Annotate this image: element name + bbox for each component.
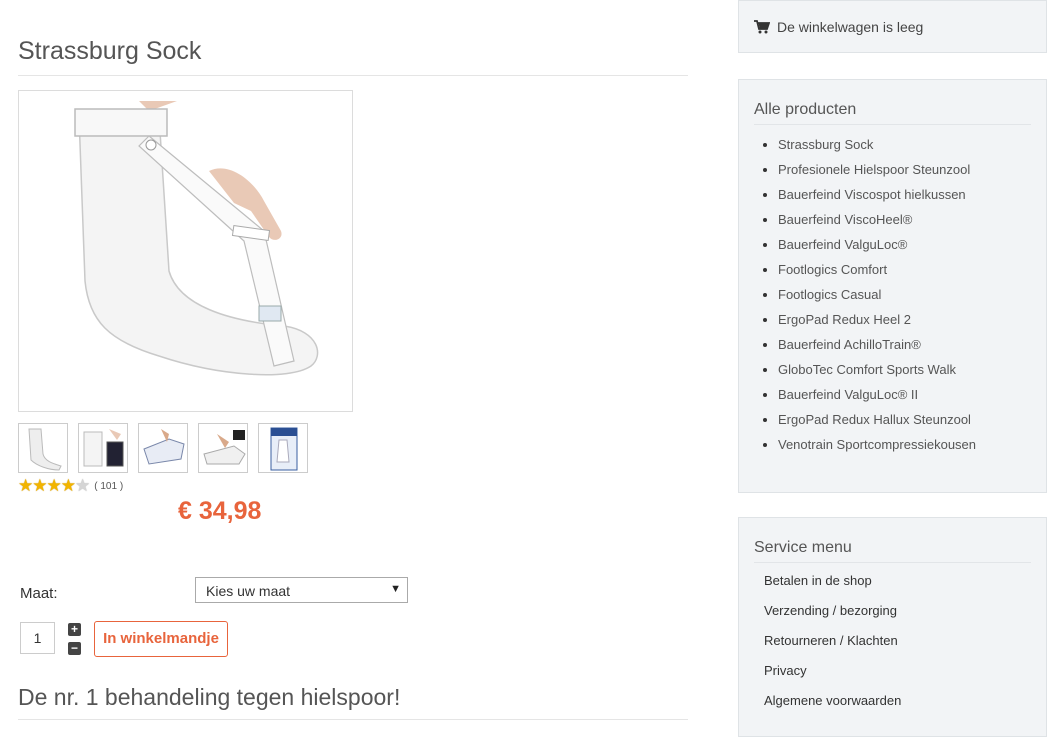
product-link[interactable]: Bauerfeind AchilloTrain® [778, 337, 921, 352]
thumbnail-3[interactable] [138, 423, 188, 473]
product-list: Strassburg Sock Profesionele Hielspoor St… [739, 137, 1046, 462]
thumbnail-gallery [18, 423, 308, 473]
service-list: Betalen in de shop Verzending / bezorging… [739, 571, 1046, 721]
quantity-input[interactable]: 1 [20, 622, 55, 654]
add-to-cart-button[interactable]: In winkelmandje [94, 621, 228, 657]
product-list-item: Bauerfeind ValguLoc® II [763, 387, 1046, 412]
shopping-cart-icon [754, 20, 770, 34]
service-menu-title: Service menu [754, 539, 1031, 563]
product-link[interactable]: Bauerfeind ValguLoc® II [778, 387, 918, 402]
star-icon: ★ [75, 476, 91, 495]
thumbnail-4[interactable] [198, 423, 248, 473]
star-icon: ★ [18, 476, 34, 495]
product-list-item: ErgoPad Redux Hallux Steunzool [763, 412, 1046, 437]
star-icon: ★ [46, 476, 62, 495]
product-link[interactable]: Footlogics Comfort [778, 262, 887, 277]
service-link[interactable]: Privacy [764, 661, 1046, 691]
product-list-item: Profesionele Hielspoor Steunzool [763, 162, 1046, 187]
plus-icon[interactable]: + [68, 623, 81, 636]
product-list-item: Bauerfeind AchilloTrain® [763, 337, 1046, 362]
star-icon: ★ [60, 476, 76, 495]
product-list-item: Footlogics Comfort [763, 262, 1046, 287]
product-list-item: Strassburg Sock [763, 137, 1046, 162]
product-list-item: Bauerfeind ValguLoc® [763, 237, 1046, 262]
product-list-item: Venotrain Sportcompressiekousen [763, 437, 1046, 462]
star-icon: ★ [32, 476, 48, 495]
all-products-title: Alle producten [754, 101, 1031, 125]
thumbnail-2[interactable] [78, 423, 128, 473]
product-main-image[interactable] [18, 90, 353, 412]
product-list-item: Bauerfeind Viscospot hielkussen [763, 187, 1046, 212]
product-link[interactable]: Venotrain Sportcompressiekousen [778, 437, 976, 452]
product-link[interactable]: Profesionele Hielspoor Steunzool [778, 162, 970, 177]
product-price: € 34,98 [178, 497, 262, 525]
product-title: Strassburg Sock [18, 37, 688, 76]
rating-stars: ★★★★★ [18, 476, 91, 496]
service-link[interactable]: Retourneren / Klachten [764, 631, 1046, 661]
size-select[interactable]: Kies uw maat ▼ [195, 577, 408, 603]
service-menu-panel: Service menu Betalen in de shop Verzendin… [738, 517, 1047, 737]
all-products-panel: Alle producten Strassburg Sock Profesione… [738, 79, 1047, 493]
product-subtitle: De nr. 1 behandeling tegen hielspoor! [18, 684, 688, 720]
rating: ★★★★★ ( 101 ) [18, 477, 123, 496]
product-link[interactable]: Bauerfeind Viscospot hielkussen [778, 187, 966, 202]
dropdown-arrow-icon: ▼ [390, 583, 401, 595]
cart-panel: De winkelwagen is leeg [738, 0, 1047, 53]
service-link[interactable]: Betalen in de shop [764, 571, 1046, 601]
size-select-value: Kies uw maat [206, 583, 291, 599]
thumbnail-1[interactable] [18, 423, 68, 473]
rating-count: ( 101 ) [94, 481, 124, 492]
product-link[interactable]: GloboTec Comfort Sports Walk [778, 362, 956, 377]
thumbnail-5[interactable] [258, 423, 308, 473]
product-list-item: Footlogics Casual [763, 287, 1046, 312]
product-list-item: ErgoPad Redux Heel 2 [763, 312, 1046, 337]
service-link[interactable]: Algemene voorwaarden [764, 691, 1046, 721]
cart-status[interactable]: De winkelwagen is leeg [754, 19, 923, 35]
sock-product-image [19, 91, 352, 411]
product-link[interactable]: ErgoPad Redux Hallux Steunzool [778, 412, 971, 427]
product-link[interactable]: Strassburg Sock [778, 137, 873, 152]
minus-icon[interactable]: − [68, 642, 81, 655]
product-list-item: GloboTec Comfort Sports Walk [763, 362, 1046, 387]
product-link[interactable]: ErgoPad Redux Heel 2 [778, 312, 911, 327]
product-list-item: Bauerfeind ViscoHeel® [763, 212, 1046, 237]
product-link[interactable]: Bauerfeind ViscoHeel® [778, 212, 912, 227]
service-link[interactable]: Verzending / bezorging [764, 601, 1046, 631]
product-link[interactable]: Footlogics Casual [778, 287, 881, 302]
size-label: Maat: [20, 585, 58, 602]
product-link[interactable]: Bauerfeind ValguLoc® [778, 237, 907, 252]
cart-status-text: De winkelwagen is leeg [777, 19, 924, 35]
